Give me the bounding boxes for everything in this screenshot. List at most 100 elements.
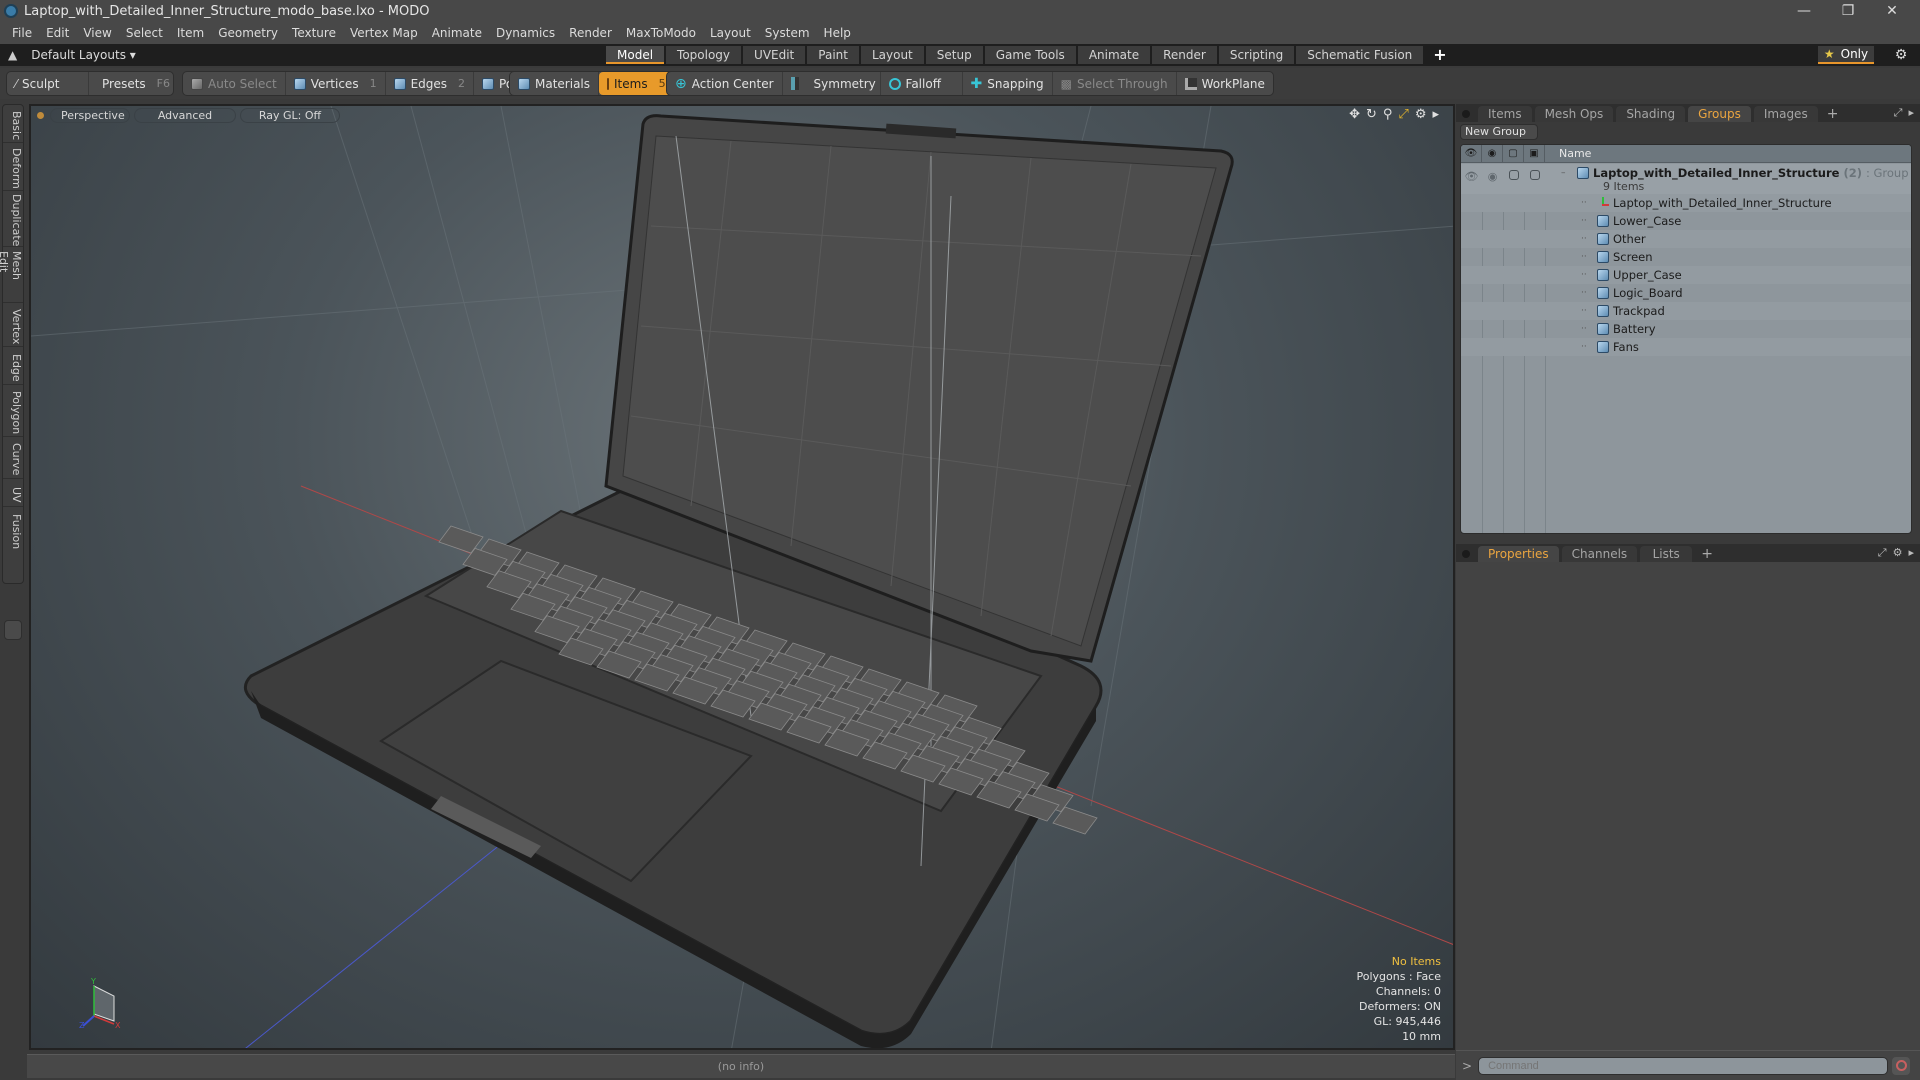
vtab-edge[interactable]: Edge	[3, 347, 23, 385]
tab-topology[interactable]: Topology	[666, 46, 742, 64]
rotate-icon[interactable]: ↻	[1366, 107, 1377, 122]
list-item[interactable]: ·· Upper_Case	[1461, 266, 1911, 284]
menu-help[interactable]: Help	[824, 26, 851, 40]
menu-file[interactable]: File	[12, 26, 32, 40]
vtab-polygon[interactable]: Polygon	[3, 385, 23, 437]
add-properties-tab-button[interactable]: +	[1695, 546, 1719, 562]
list-item[interactable]: ·· Other	[1461, 230, 1911, 248]
select-column-cube-icon[interactable]: ▣	[1524, 145, 1545, 162]
view-type-dropdown[interactable]: Perspective	[50, 107, 130, 123]
tab-uvedit[interactable]: UVEdit	[743, 46, 806, 64]
zoom-icon[interactable]: ⚲	[1383, 107, 1393, 122]
name-column-header[interactable]: Name	[1545, 147, 1591, 160]
expand-panel-icon[interactable]: ⤢	[1894, 106, 1903, 120]
tab-shading[interactable]: Shading	[1616, 106, 1686, 122]
properties-options-dot[interactable]	[1462, 550, 1470, 558]
panel-options-dot[interactable]	[1462, 110, 1470, 118]
list-item[interactable]: ·· Lower_Case	[1461, 212, 1911, 230]
collapse-toggle-icon[interactable]: –	[1561, 168, 1573, 178]
tab-lists[interactable]: Lists	[1640, 546, 1693, 562]
expand-properties-icon[interactable]: ⤢	[1878, 546, 1887, 560]
add-layout-tab-button[interactable]: +	[1425, 46, 1454, 64]
presets-button[interactable]: Presets F6	[89, 72, 173, 95]
tab-channels[interactable]: Channels	[1561, 546, 1638, 562]
raygl-toggle[interactable]: Ray GL: Off	[240, 107, 340, 123]
command-input[interactable]	[1478, 1056, 1889, 1075]
group-row[interactable]: 👁 ◉ – Laptop_with_Detailed_Inner_Structu…	[1461, 164, 1911, 194]
menu-edit[interactable]: Edit	[46, 26, 69, 40]
group-select-toggle[interactable]	[1524, 170, 1545, 183]
tab-images[interactable]: Images	[1753, 106, 1818, 122]
tab-paint[interactable]: Paint	[807, 46, 859, 64]
list-item[interactable]: ·· Fans	[1461, 338, 1911, 356]
menu-view[interactable]: View	[83, 26, 111, 40]
tab-scripting[interactable]: Scripting	[1218, 46, 1295, 64]
extra-palette-button[interactable]	[4, 620, 22, 640]
tab-layout[interactable]: Layout	[860, 46, 924, 64]
menu-maxtomodo[interactable]: MaxToModo	[626, 26, 696, 40]
minimize-button[interactable]: —	[1782, 0, 1826, 22]
properties-settings-gear-icon[interactable]: ⚙	[1893, 546, 1903, 560]
tab-setup[interactable]: Setup	[925, 46, 983, 64]
vtab-curve[interactable]: Curve	[3, 437, 23, 479]
vertices-button[interactable]: Vertices 1	[286, 72, 386, 95]
workplane-button[interactable]: WorkPlane	[1177, 72, 1273, 95]
properties-menu-arrow-icon[interactable]: ▸	[1908, 546, 1914, 560]
group-lock-toggle[interactable]	[1503, 170, 1524, 183]
menu-geometry[interactable]: Geometry	[218, 26, 278, 40]
menu-vertex-map[interactable]: Vertex Map	[350, 26, 418, 40]
items-button[interactable]: Items 5	[599, 72, 674, 95]
falloff-button[interactable]: Falloff	[881, 72, 963, 95]
tab-render[interactable]: Render	[1152, 46, 1217, 64]
select-through-button[interactable]: ▩ Select Through	[1053, 72, 1177, 95]
sculpt-button[interactable]: ⁄ Sculpt	[7, 72, 89, 95]
group-visibility-eye-icon[interactable]: 👁	[1461, 170, 1482, 183]
only-toggle[interactable]: ★ Only	[1818, 46, 1874, 64]
vtab-uv[interactable]: UV	[3, 479, 23, 507]
action-center-button[interactable]: ⊕ Action Center	[667, 72, 783, 95]
snapping-button[interactable]: ✚ Snapping	[963, 72, 1053, 95]
list-item[interactable]: ·· Laptop_with_Detailed_Inner_Structure	[1461, 194, 1911, 212]
tab-properties[interactable]: Properties	[1478, 546, 1559, 562]
command-history-button[interactable]	[1892, 1056, 1911, 1075]
menu-dynamics[interactable]: Dynamics	[496, 26, 555, 40]
add-panel-tab-button[interactable]: +	[1821, 106, 1845, 122]
visibility-column-eye-icon[interactable]: 👁	[1461, 145, 1482, 162]
close-button[interactable]: ✕	[1870, 0, 1914, 22]
vtab-duplicate[interactable]: Duplicate	[3, 191, 23, 247]
list-item[interactable]: ·· Logic_Board	[1461, 284, 1911, 302]
tab-items[interactable]: Items	[1478, 106, 1532, 122]
collapse-arrow-icon[interactable]: ▲	[8, 48, 17, 62]
menu-select[interactable]: Select	[126, 26, 163, 40]
auto-select-button[interactable]: Auto Select	[183, 72, 286, 95]
vtab-deform[interactable]: Deform	[3, 143, 23, 191]
shading-dropdown[interactable]: Advanced	[134, 107, 236, 123]
render-column-icon[interactable]: ◉	[1482, 145, 1503, 162]
viewport-settings-icon[interactable]: ⚙	[1415, 107, 1427, 122]
new-group-button[interactable]: New Group	[1460, 124, 1538, 140]
panel-menu-arrow-icon[interactable]: ▸	[1908, 106, 1914, 120]
menu-item[interactable]: Item	[177, 26, 204, 40]
menu-render[interactable]: Render	[569, 26, 612, 40]
vtab-mesh-edit[interactable]: Mesh Edit	[0, 247, 23, 303]
lock-column-cube-icon[interactable]: ▢	[1503, 145, 1524, 162]
list-item[interactable]: ·· Screen	[1461, 248, 1911, 266]
group-render-icon[interactable]: ◉	[1482, 170, 1503, 183]
vtab-basic[interactable]: Basic	[3, 105, 23, 143]
tab-model[interactable]: Model	[606, 46, 665, 64]
list-item[interactable]: ·· Trackpad	[1461, 302, 1911, 320]
tab-schematic-fusion[interactable]: Schematic Fusion	[1296, 46, 1424, 64]
menu-texture[interactable]: Texture	[292, 26, 336, 40]
menu-system[interactable]: System	[765, 26, 810, 40]
menu-layout[interactable]: Layout	[710, 26, 751, 40]
menu-animate[interactable]: Animate	[432, 26, 482, 40]
tab-mesh-ops[interactable]: Mesh Ops	[1534, 106, 1614, 122]
viewport-menu-arrow-icon[interactable]: ▸	[1432, 107, 1439, 122]
3d-viewport[interactable]: Y X Z Perspective Advanced Ray GL: Off ✥…	[29, 104, 1455, 1050]
default-layouts-dropdown[interactable]: Default Layouts ▾	[31, 48, 136, 62]
maximize-button[interactable]: ❐	[1826, 0, 1870, 22]
tab-animate[interactable]: Animate	[1077, 46, 1151, 64]
materials-button[interactable]: Materials	[510, 72, 600, 95]
vtab-fusion[interactable]: Fusion	[3, 507, 23, 553]
tab-groups[interactable]: Groups	[1688, 106, 1751, 122]
